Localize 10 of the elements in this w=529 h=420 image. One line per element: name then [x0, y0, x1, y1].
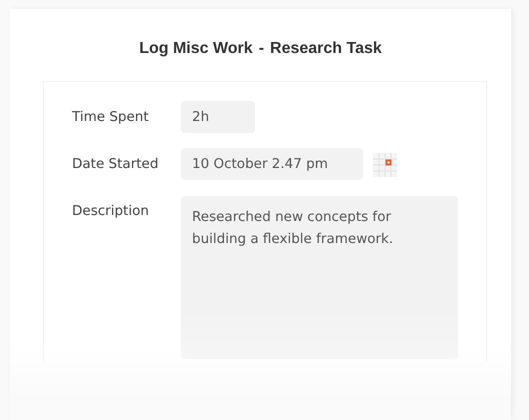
title-separator: - [258, 40, 264, 58]
field-label: Time Spent [71, 108, 150, 127]
time-spent-field[interactable]: 2h [181, 101, 255, 133]
dialog-subtitle: Research Task [270, 40, 382, 58]
description-field[interactable]: Researched new concepts for building a flexible framework. [181, 196, 458, 359]
field-label: Description [71, 202, 150, 221]
calendar-icon[interactable] [373, 153, 397, 177]
field-label: Date Started [71, 155, 160, 174]
date-field[interactable]: 10 October 2.47 pm [181, 148, 363, 180]
dialog-title: Log Misc Work [139, 40, 253, 58]
